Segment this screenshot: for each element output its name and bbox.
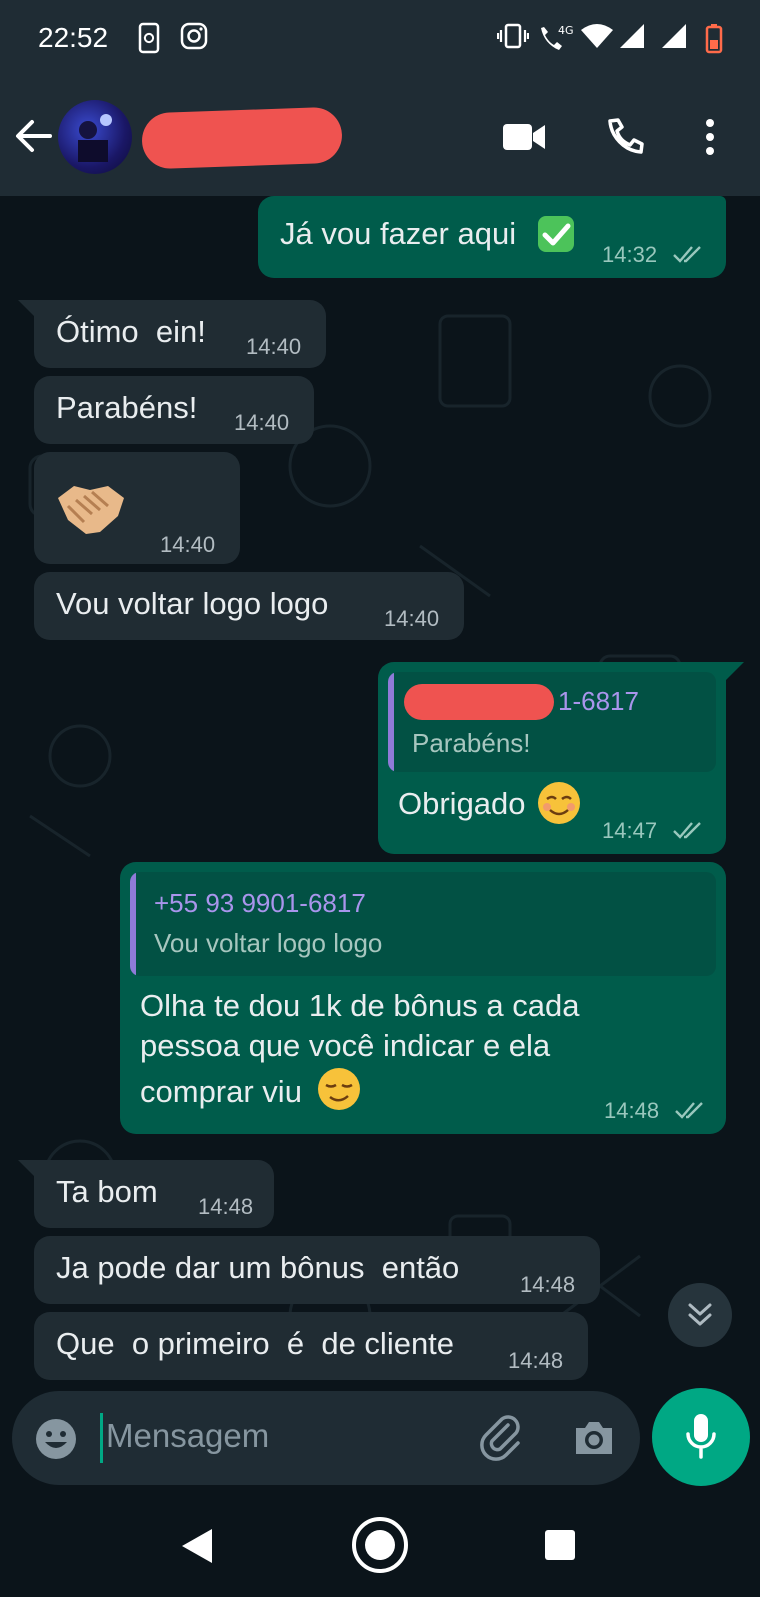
quoted-message[interactable]: +55 93 9901-6817 Vou voltar logo logo <box>130 872 716 976</box>
message-text: Que o primeiro é de cliente <box>56 1326 455 1361</box>
message-time: 14:40 <box>160 532 216 557</box>
chat-header: +55 93 9901-6817 <box>0 80 760 196</box>
message-bubble-incoming[interactable]: 14:40 <box>34 452 240 564</box>
message-bubble-incoming[interactable]: Ja pode dar um bônus então 14:48 <box>34 1236 600 1304</box>
message-input[interactable]: Mensagem <box>106 1417 269 1455</box>
read-ticks-icon <box>673 822 701 839</box>
text-caret <box>100 1413 103 1463</box>
message-time: 14:40 <box>246 334 302 359</box>
svg-text:4G: 4G <box>558 24 574 37</box>
message-text: Ja pode dar um bônus então <box>56 1250 460 1285</box>
quoted-message[interactable]: 1-6817 Parabéns! <box>388 672 716 772</box>
nav-home-icon[interactable] <box>350 1515 410 1575</box>
call-4g-icon: 4G <box>541 24 574 50</box>
phone-sync-icon <box>138 22 160 54</box>
message-time: 14:48 <box>604 1098 660 1123</box>
avatar[interactable] <box>58 100 132 174</box>
quote-author: +55 93 9901-6817 <box>154 888 366 918</box>
voice-call-icon[interactable] <box>606 118 644 156</box>
message-text-line: comprar viu <box>140 1074 302 1109</box>
message-bubble-outgoing[interactable]: +55 93 9901-6817 Vou voltar logo logo Ol… <box>120 862 726 1134</box>
message-composer: Mensagem <box>12 1391 640 1485</box>
message-time: 14:40 <box>384 606 440 631</box>
message-bubble-outgoing[interactable]: Já vou fazer aqui 14:32 <box>258 196 726 278</box>
video-call-icon[interactable] <box>502 122 546 152</box>
battery-icon <box>705 24 723 54</box>
message-text: Obrigado <box>398 786 526 821</box>
mic-icon <box>686 1414 716 1459</box>
message-text: Parabéns! <box>56 390 198 425</box>
relieved-face-emoji <box>318 1068 360 1110</box>
smiling-face-emoji <box>538 782 580 824</box>
message-time: 14:48 <box>520 1272 576 1297</box>
message-bubble-incoming[interactable]: Ta bom 14:48 <box>34 1160 274 1228</box>
handshake-emoji <box>58 486 124 534</box>
message-bubble-incoming[interactable]: Vou voltar logo logo 14:40 <box>34 572 464 640</box>
attach-icon[interactable] <box>478 1415 526 1463</box>
chat-area[interactable]: Já vou fazer aqui 14:32 Ótimo ein! 14:40… <box>0 196 760 1393</box>
redaction-mark <box>404 684 554 720</box>
message-bubble-incoming[interactable]: Ótimo ein! 14:40 <box>34 300 326 368</box>
message-time: 14:48 <box>198 1194 254 1219</box>
quote-author: 1-6817 <box>558 686 639 716</box>
message-time: 14:32 <box>602 242 658 267</box>
message-text: Já vou fazer aqui <box>280 216 517 251</box>
message-text: Vou voltar logo logo <box>56 586 329 621</box>
nav-recents-icon[interactable] <box>544 1529 576 1561</box>
message-text-line: Olha te dou 1k de bônus a cada <box>140 988 580 1023</box>
system-nav-bar <box>0 1487 760 1597</box>
message-bubble-incoming[interactable]: Que o primeiro é de cliente 14:48 <box>34 1312 588 1380</box>
instagram-icon <box>180 22 208 50</box>
message-bubble-incoming[interactable]: Parabéns! 14:40 <box>34 376 314 444</box>
clock: 22:52 <box>38 22 109 53</box>
message-time: 14:48 <box>508 1348 564 1373</box>
voice-record-button[interactable] <box>652 1388 750 1486</box>
message-text: Ta bom <box>56 1174 158 1209</box>
camera-icon[interactable] <box>572 1419 616 1457</box>
menu-icon[interactable] <box>704 118 716 156</box>
wifi-icon <box>581 24 613 48</box>
quote-text: Vou voltar logo logo <box>154 928 383 958</box>
message-text: Ótimo ein! <box>56 314 206 349</box>
message-text-line: pessoa que você indicar e ela <box>140 1028 551 1063</box>
message-time: 14:47 <box>602 818 658 843</box>
redaction-mark <box>141 106 343 170</box>
scroll-to-bottom-button[interactable] <box>668 1283 732 1347</box>
signal-icon <box>620 24 644 48</box>
read-ticks-icon <box>673 246 701 263</box>
read-ticks-icon <box>675 1102 703 1119</box>
message-bubble-outgoing[interactable]: 1-6817 Parabéns! Obrigado 14:47 <box>378 662 726 854</box>
signal-2-icon <box>662 24 686 48</box>
vibrate-icon <box>497 23 529 49</box>
back-arrow-icon[interactable] <box>14 118 52 154</box>
scroll-down-icon <box>688 1303 712 1326</box>
emoji-icon[interactable] <box>34 1417 78 1461</box>
quote-text: Parabéns! <box>412 728 531 758</box>
status-bar: 22:52 4G <box>0 0 760 80</box>
check-mark-button-emoji <box>538 216 574 252</box>
message-time: 14:40 <box>234 410 290 435</box>
nav-back-icon[interactable] <box>180 1527 214 1565</box>
